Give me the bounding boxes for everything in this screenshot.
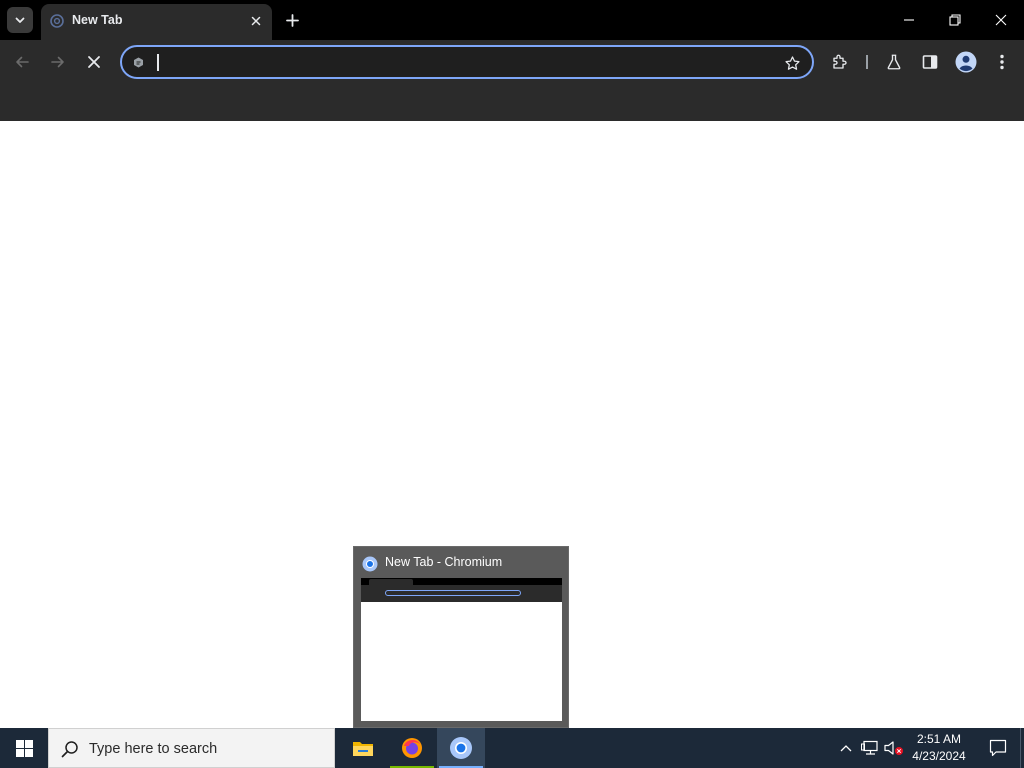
address-input[interactable] [154, 51, 764, 73]
tab-close-button[interactable] [248, 13, 264, 29]
profile-button[interactable] [952, 48, 980, 76]
toolbar-separator [866, 55, 868, 69]
windows-logo-icon [15, 739, 33, 757]
taskbar-search-box[interactable]: Type here to search [48, 728, 335, 768]
labs-button[interactable] [880, 48, 908, 76]
action-center-button[interactable] [978, 728, 1018, 768]
thumbnail-toolbar [361, 585, 562, 602]
thumbnail-tabstrip [361, 578, 562, 585]
search-icon [61, 741, 78, 758]
side-panel-icon [922, 55, 938, 69]
desktop-screen: New Tab New Tab - Chromium Type here to … [0, 0, 1024, 768]
tray-volume-button[interactable] [884, 738, 904, 758]
minimize-button[interactable] [886, 0, 932, 40]
close-icon [251, 16, 261, 26]
kebab-menu-icon [1000, 54, 1004, 70]
network-icon [861, 740, 878, 755]
taskbar-file-explorer[interactable] [339, 728, 387, 768]
firefox-icon [402, 738, 422, 758]
chromium-icon [362, 556, 378, 572]
volume-muted-icon [884, 741, 903, 755]
clock-date: 4/23/2024 [912, 749, 966, 763]
extensions-button[interactable] [826, 48, 854, 76]
restore-icon [949, 14, 961, 26]
taskbar-clock[interactable]: 2:51 AM 4/23/2024 [905, 731, 973, 765]
puzzle-icon [833, 54, 847, 69]
chromium-favicon-icon [50, 14, 64, 28]
star-icon [784, 55, 800, 70]
back-button[interactable] [8, 48, 36, 76]
windows-taskbar: Type here to search 2:51 AM 4/23/2024 [0, 728, 1024, 768]
tray-overflow-button[interactable] [836, 738, 856, 758]
arrow-right-icon [51, 56, 64, 68]
stop-loading-button[interactable] [80, 48, 108, 76]
close-window-icon [995, 14, 1007, 26]
stop-x-icon [88, 56, 100, 68]
chromium-icon [450, 737, 472, 759]
flask-icon [887, 54, 901, 70]
preview-title: New Tab - Chromium [385, 555, 503, 569]
arrow-left-icon [16, 56, 29, 68]
start-button[interactable] [0, 728, 48, 768]
minimize-icon [904, 19, 914, 21]
new-tab-button[interactable] [280, 8, 304, 32]
site-info-icon[interactable] [131, 55, 145, 69]
tab-strip: New Tab [0, 0, 1024, 40]
restore-button[interactable] [932, 0, 978, 40]
tray-network-button[interactable] [860, 738, 880, 758]
show-desktop-button[interactable] [1020, 728, 1024, 768]
chevron-up-icon [840, 745, 852, 752]
thumbnail-omnibox [385, 590, 521, 596]
preview-thumbnail[interactable] [361, 578, 562, 721]
tab-new-tab[interactable]: New Tab [41, 4, 272, 40]
tab-title: New Tab [72, 13, 123, 27]
plus-icon [285, 13, 299, 27]
menu-button[interactable] [988, 48, 1016, 76]
avatar-icon [955, 51, 977, 73]
notification-icon [989, 739, 1007, 757]
text-caret [157, 54, 159, 71]
taskbar-firefox[interactable] [388, 728, 436, 768]
close-window-button[interactable] [978, 0, 1024, 40]
bookmarks-bar [0, 84, 1024, 121]
forward-button[interactable] [44, 48, 72, 76]
clock-time: 2:51 AM [916, 732, 962, 746]
browser-toolbar [0, 40, 1024, 84]
address-bar[interactable] [120, 45, 814, 79]
tab-search-button[interactable] [7, 7, 33, 33]
taskbar-chromium[interactable] [437, 728, 485, 768]
bookmark-star-button[interactable] [782, 53, 802, 73]
search-placeholder: Type here to search [89, 741, 218, 757]
taskbar-window-preview[interactable]: New Tab - Chromium [353, 546, 569, 728]
side-panel-button[interactable] [916, 48, 944, 76]
chevron-down-icon [15, 17, 25, 23]
puzzle-site-icon [133, 57, 143, 67]
folder-icon [353, 742, 373, 756]
